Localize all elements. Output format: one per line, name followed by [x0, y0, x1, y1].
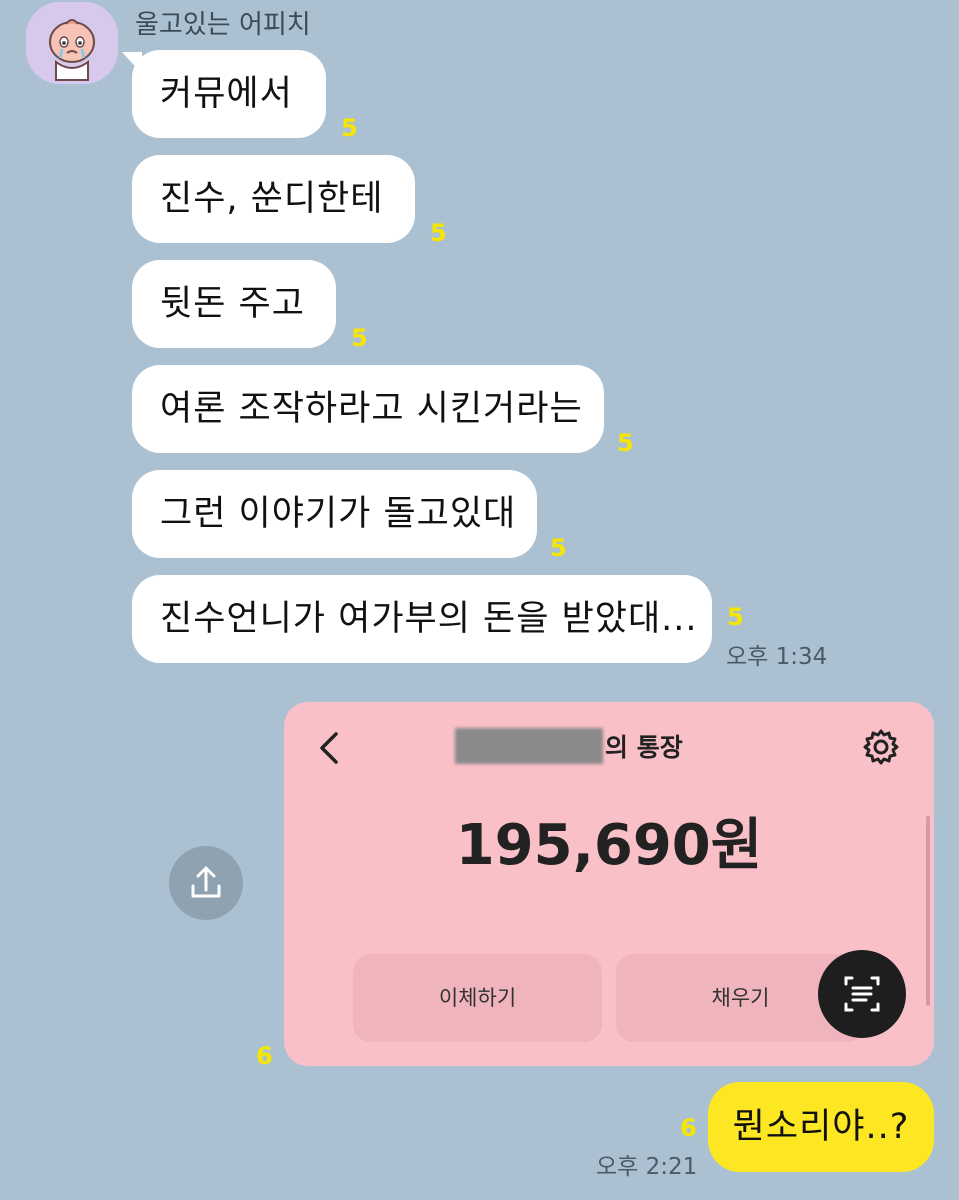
peach-character-icon — [26, 2, 118, 84]
unread-count: 5 — [727, 603, 744, 631]
message-bubble[interactable]: 진수, 쑨디한테 — [132, 155, 415, 243]
message-bubble[interactable]: 커뮤에서 — [132, 50, 326, 138]
scan-text-icon — [844, 976, 880, 1012]
shared-image-card[interactable]: 의 통장 195,690원 이체하기 채우기 — [284, 702, 934, 1066]
sender-avatar[interactable] — [26, 2, 118, 84]
share-button[interactable] — [169, 846, 243, 920]
message-bubble[interactable]: 진수언니가 여가부의 돈을 받았대... — [132, 575, 712, 663]
account-title: 의 통장 — [605, 733, 683, 762]
text-scan-button[interactable] — [818, 950, 906, 1038]
my-message-bubble[interactable]: 뭔소리야..? — [708, 1082, 934, 1172]
account-balance: 195,690원 — [455, 813, 763, 878]
back-arrow-icon — [320, 732, 338, 764]
transfer-button: 이체하기 — [353, 954, 602, 1042]
message-bubble[interactable]: 여론 조작하라고 시킨거라는 — [132, 365, 604, 453]
unread-count: 5 — [617, 429, 634, 457]
sender-name: 울고있는 어피치 — [135, 10, 311, 40]
unread-count: 5 — [550, 534, 567, 562]
unread-count: 6 — [256, 1042, 273, 1070]
unread-count: 5 — [341, 114, 358, 142]
message-time: 오후 2:21 — [596, 1154, 698, 1180]
scrollbar — [926, 816, 930, 1006]
message-bubble[interactable]: 그런 이야기가 돌고있대 — [132, 470, 537, 558]
message-time: 오후 1:34 — [726, 644, 828, 670]
share-icon — [191, 866, 221, 898]
unread-count: 6 — [680, 1114, 697, 1142]
unread-count: 5 — [430, 219, 447, 247]
redacted-name-block — [455, 728, 603, 764]
unread-count: 5 — [351, 324, 368, 352]
gear-icon — [863, 729, 899, 765]
message-bubble[interactable]: 뒷돈 주고 — [132, 260, 336, 348]
